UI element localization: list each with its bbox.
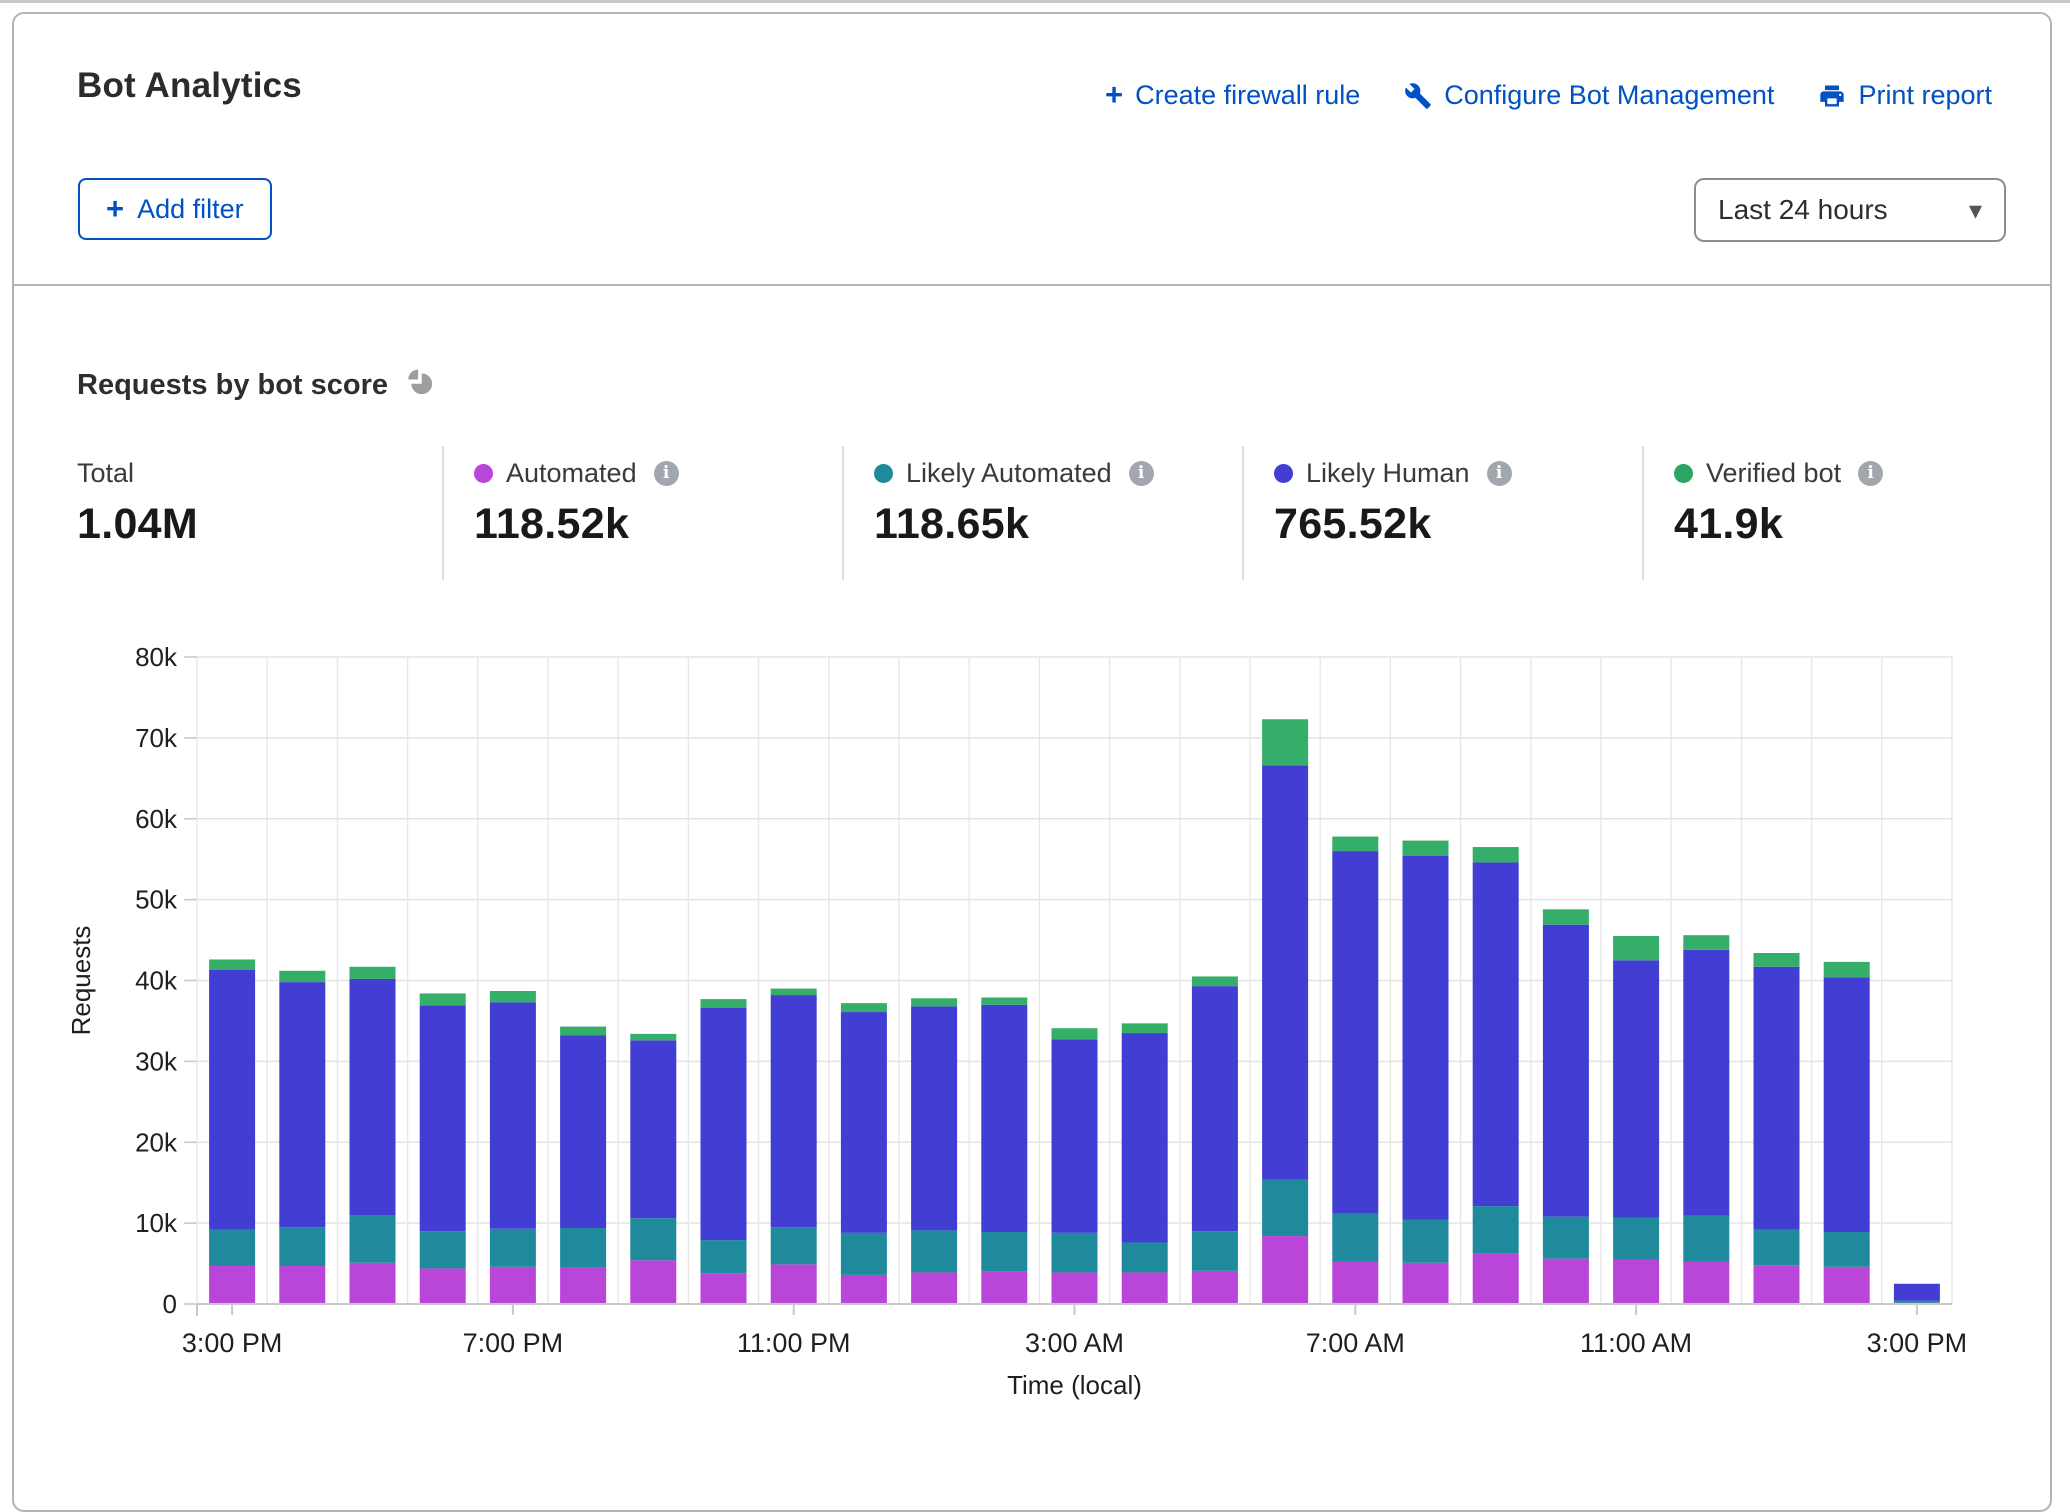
svg-text:3:00 PM: 3:00 PM xyxy=(182,1328,283,1358)
time-range-value: Last 24 hours xyxy=(1718,194,1888,226)
svg-text:3:00 PM: 3:00 PM xyxy=(1867,1328,1968,1358)
stat-likely-human-label: Likely Human xyxy=(1306,458,1470,489)
print-report-link[interactable]: Print report xyxy=(1818,80,1992,111)
svg-text:20k: 20k xyxy=(135,1127,178,1157)
stat-total: Total 1.04M xyxy=(77,458,198,549)
stat-verified-bot: Verified bot i 41.9k xyxy=(1674,458,1883,549)
svg-text:11:00 PM: 11:00 PM xyxy=(737,1328,851,1358)
print-report-label: Print report xyxy=(1858,80,1992,111)
create-firewall-rule-label: Create firewall rule xyxy=(1135,80,1360,111)
likely-human-legend-dot xyxy=(1274,464,1293,483)
svg-text:Requests: Requests xyxy=(66,926,96,1036)
stat-separator xyxy=(842,446,844,580)
configure-bot-management-link[interactable]: Configure Bot Management xyxy=(1404,80,1774,111)
svg-text:80k: 80k xyxy=(135,642,178,672)
stat-automated-value: 118.52k xyxy=(474,500,679,549)
stat-total-label: Total xyxy=(77,458,134,489)
printer-icon xyxy=(1818,82,1846,110)
section-title: Requests by bot score xyxy=(77,369,388,402)
svg-text:Time (local): Time (local) xyxy=(1007,1370,1142,1400)
pie-chart-icon xyxy=(404,366,437,404)
svg-text:7:00 AM: 7:00 AM xyxy=(1306,1328,1405,1358)
stat-total-value: 1.04M xyxy=(77,500,198,549)
stat-likely-human: Likely Human i 765.52k xyxy=(1274,458,1512,549)
info-icon[interactable]: i xyxy=(654,461,679,486)
stat-separator xyxy=(1242,446,1244,580)
requests-chart-container: 0 10k 20k 30k 40k 50k 60k 70k 80k 3:00 PM 7:00 PM 1… xyxy=(14,614,2054,1426)
header-actions: + Create firewall rule Configure Bot Man… xyxy=(1105,80,1992,111)
stat-automated: Automated i 118.52k xyxy=(474,458,679,549)
stat-likely-automated-label: Likely Automated xyxy=(906,458,1112,489)
svg-text:50k: 50k xyxy=(135,885,178,915)
wrench-icon xyxy=(1404,82,1432,110)
header-divider xyxy=(14,284,2050,286)
add-filter-button[interactable]: + Add filter xyxy=(78,178,272,240)
plus-icon: + xyxy=(1105,79,1123,110)
stat-separator xyxy=(442,446,444,580)
configure-bot-management-label: Configure Bot Management xyxy=(1444,80,1774,111)
requests-by-bot-score-chart[interactable]: 0 10k 20k 30k 40k 50k 60k 70k 80k 3:00 PM 7:00 PM 1… xyxy=(14,614,2054,1426)
stat-verified-bot-label: Verified bot xyxy=(1706,458,1841,489)
page-title: Bot Analytics xyxy=(77,66,302,106)
plus-icon: + xyxy=(106,193,124,224)
likely-automated-legend-dot xyxy=(874,464,893,483)
stats-row: Total 1.04M Automated i 118.52k Likely A… xyxy=(14,446,2054,586)
stat-verified-bot-value: 41.9k xyxy=(1674,500,1883,549)
svg-text:60k: 60k xyxy=(135,804,178,834)
bot-analytics-card: Bot Analytics + Create firewall rule Con… xyxy=(12,12,2052,1512)
create-firewall-rule-link[interactable]: + Create firewall rule xyxy=(1105,80,1360,111)
svg-text:7:00 PM: 7:00 PM xyxy=(463,1328,564,1358)
svg-text:10k: 10k xyxy=(135,1208,178,1238)
automated-legend-dot xyxy=(474,464,493,483)
page-top-border xyxy=(0,0,2070,3)
svg-text:70k: 70k xyxy=(135,723,178,753)
info-icon[interactable]: i xyxy=(1129,461,1154,486)
stat-likely-human-value: 765.52k xyxy=(1274,500,1512,549)
stat-likely-automated-value: 118.65k xyxy=(874,500,1154,549)
chevron-down-icon: ▾ xyxy=(1969,197,1982,223)
svg-text:11:00 AM: 11:00 AM xyxy=(1580,1328,1692,1358)
verified-bot-legend-dot xyxy=(1674,464,1693,483)
info-icon[interactable]: i xyxy=(1487,461,1512,486)
svg-text:40k: 40k xyxy=(135,966,178,996)
stat-likely-automated: Likely Automated i 118.65k xyxy=(874,458,1154,549)
stat-automated-label: Automated xyxy=(506,458,637,489)
svg-text:3:00 AM: 3:00 AM xyxy=(1025,1328,1124,1358)
svg-text:30k: 30k xyxy=(135,1046,178,1076)
info-icon[interactable]: i xyxy=(1858,461,1883,486)
add-filter-label: Add filter xyxy=(137,194,244,225)
time-range-select[interactable]: Last 24 hours ▾ xyxy=(1694,178,2006,242)
stat-separator xyxy=(1642,446,1644,580)
svg-text:0: 0 xyxy=(163,1289,177,1319)
